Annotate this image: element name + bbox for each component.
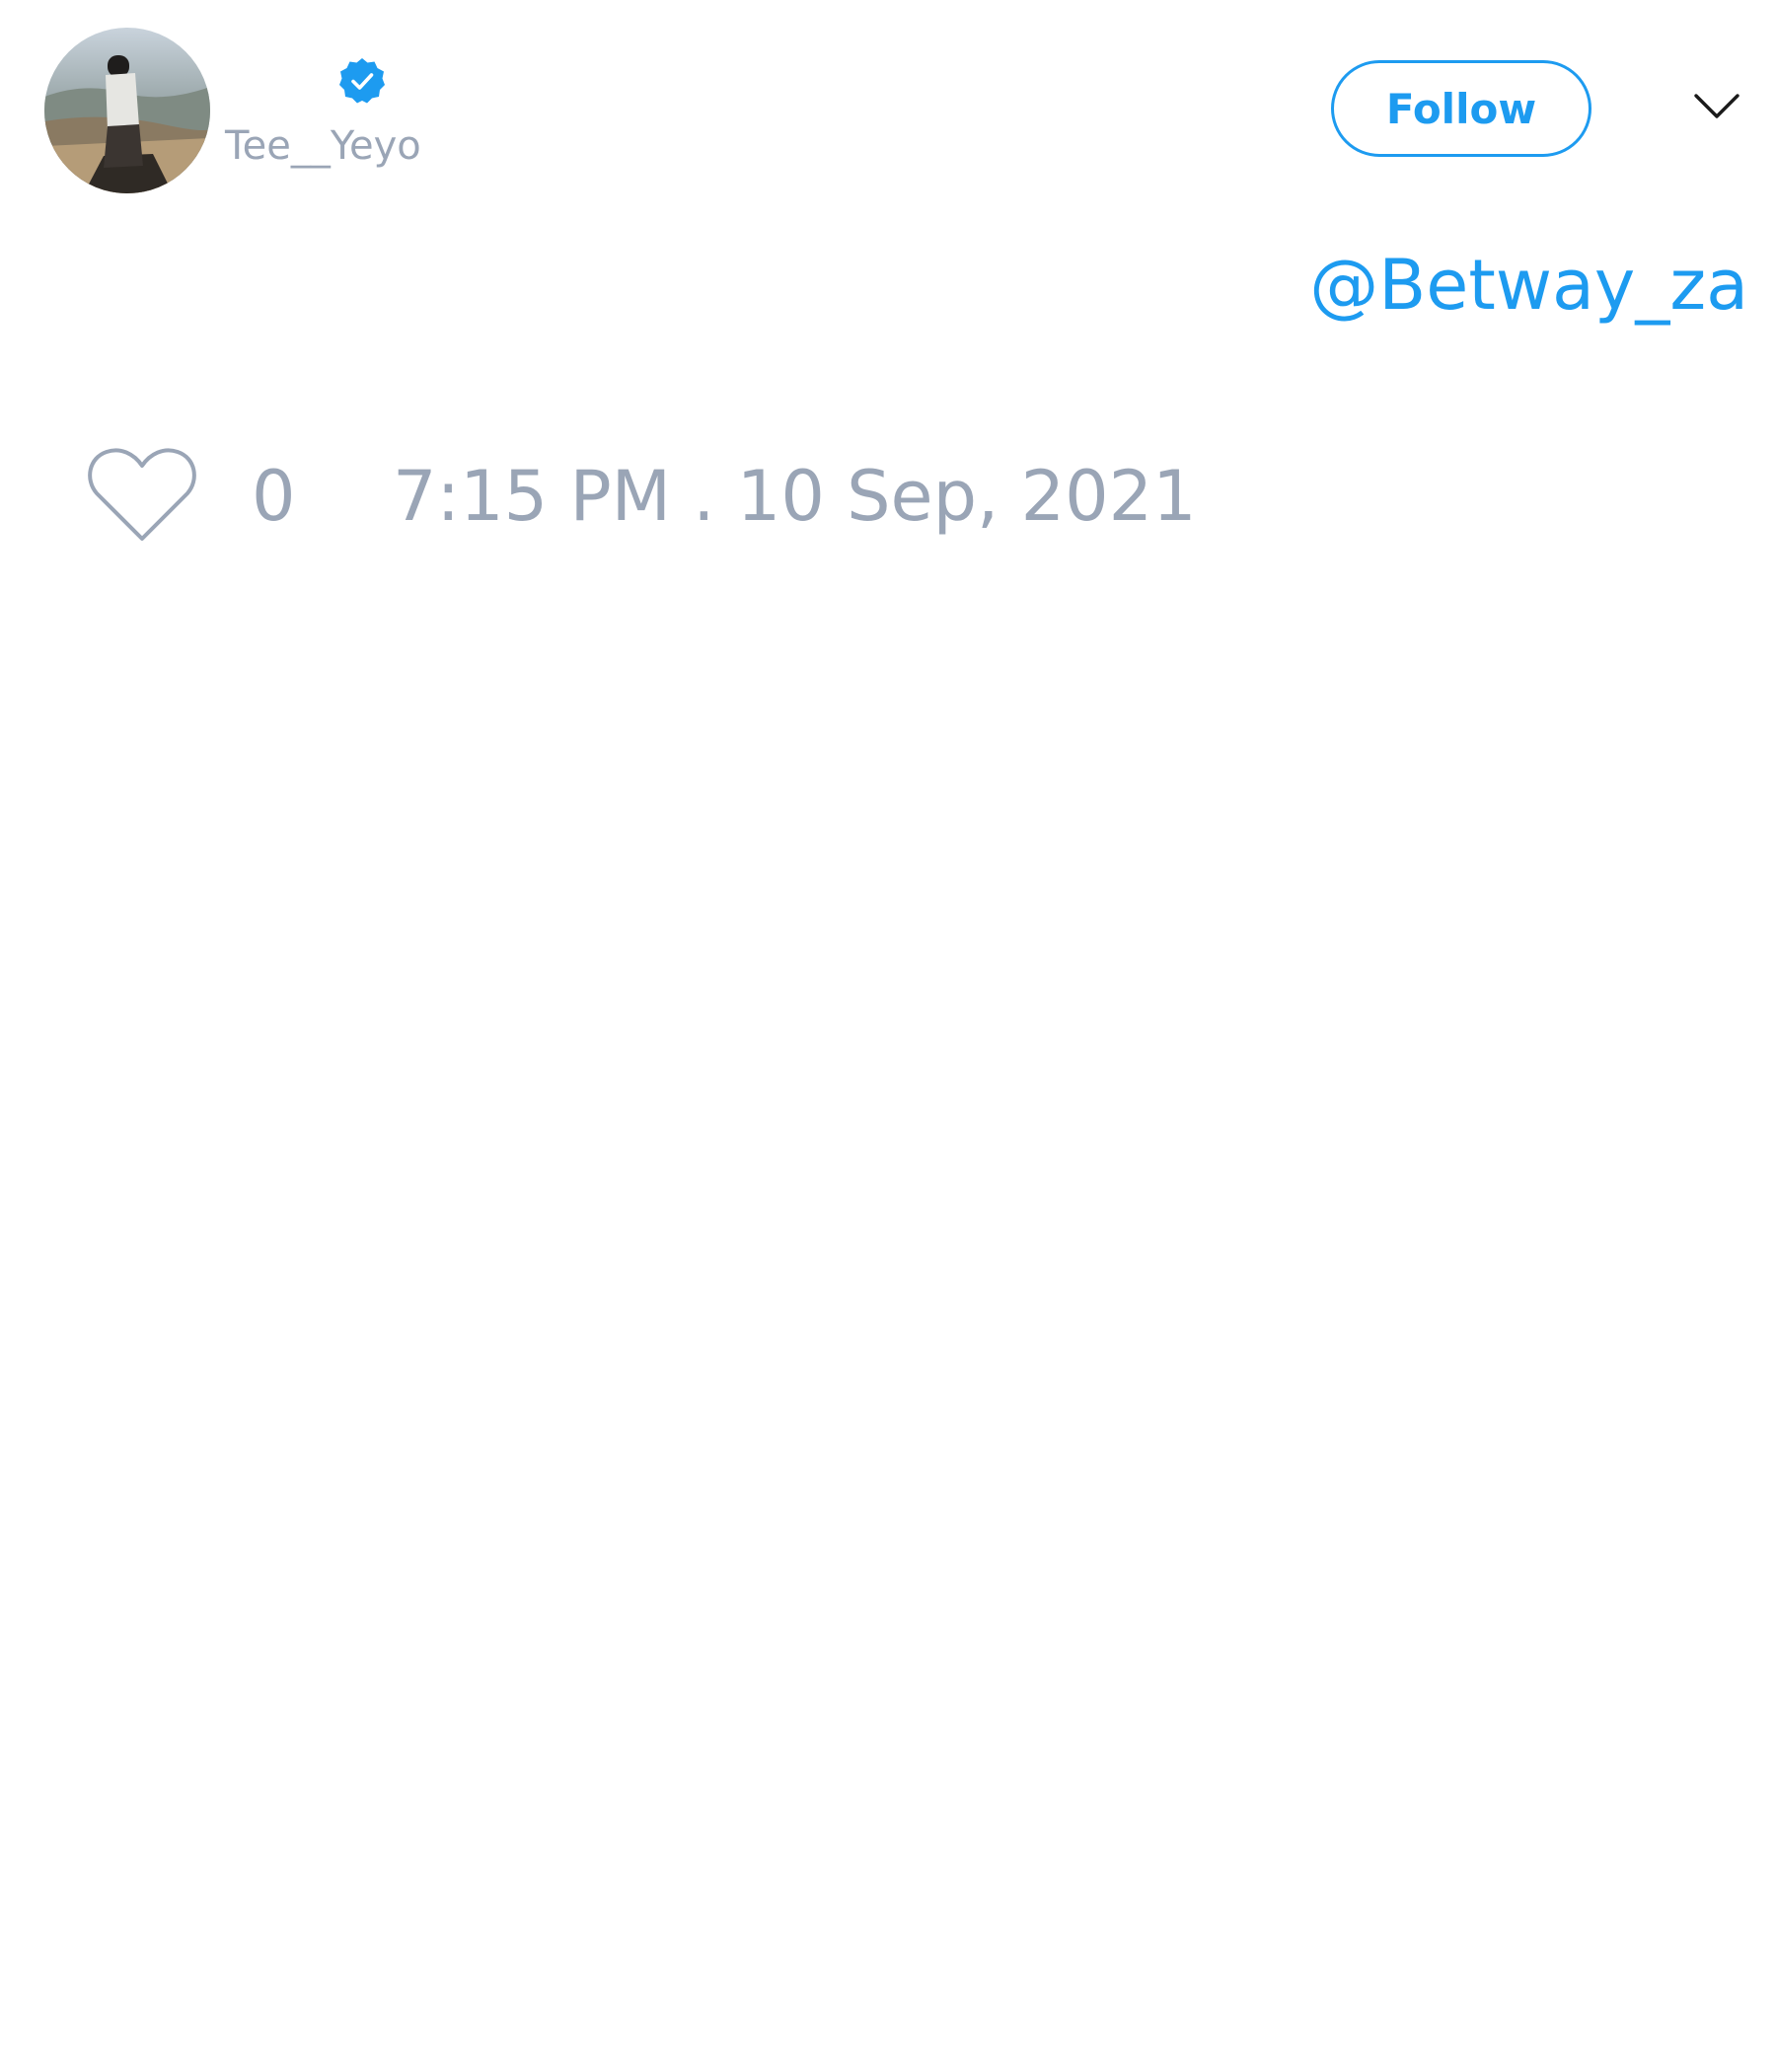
verified-badge-icon bbox=[339, 58, 385, 104]
avatar[interactable] bbox=[44, 28, 210, 193]
chevron-down-icon[interactable] bbox=[1692, 91, 1741, 122]
heart-outline-icon[interactable] bbox=[87, 446, 197, 545]
author-handle[interactable]: Tee__Yeyo bbox=[225, 126, 421, 166]
follow-button[interactable]: Follow bbox=[1331, 60, 1591, 157]
tweet-mention-link[interactable]: @Betway_za bbox=[1309, 251, 1748, 320]
tweet-timestamp[interactable]: 7:15 PM . 10 Sep, 2021 bbox=[393, 462, 1197, 531]
avatar-image bbox=[44, 28, 210, 193]
like-count: 0 bbox=[252, 456, 296, 537]
